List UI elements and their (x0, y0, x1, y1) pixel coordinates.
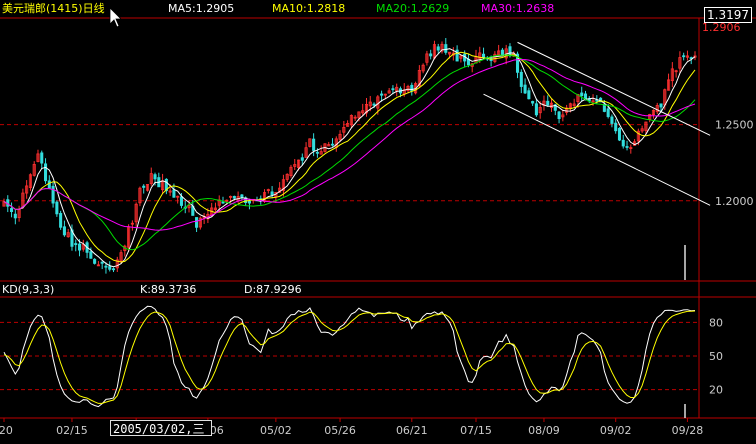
kd-tick-label: 20 (709, 384, 723, 397)
date-tick-label: 09/02 (600, 424, 632, 437)
ma10-line (3, 51, 696, 263)
candle-body (583, 93, 588, 100)
candle-body (13, 213, 17, 219)
candle-body (111, 268, 116, 271)
ma20-readout: MA20:1.2629 (376, 2, 449, 15)
candle-body (429, 53, 433, 57)
candle-body (195, 217, 199, 228)
candle-body (444, 44, 448, 53)
forex-chart[interactable]: 1.20001.2500205080 /2002/1503/1004/0605/… (0, 0, 756, 444)
candle-body (531, 101, 535, 104)
ma30-line (3, 59, 696, 231)
kd-tick-label: 50 (709, 350, 723, 363)
candle-body (500, 49, 504, 56)
d-readout: D:87.9296 (244, 283, 302, 296)
chart-title: 美元瑞郎(1415)日线 (2, 1, 105, 15)
candle-body (527, 90, 531, 100)
date-tick-label: 08/09 (528, 424, 560, 437)
grid-lines (0, 17, 756, 419)
candle-body (300, 157, 304, 161)
ma10-readout: MA10:1.2818 (272, 2, 345, 15)
candlestick-series (2, 38, 697, 274)
candle-body (682, 55, 686, 58)
candle-body (436, 46, 440, 51)
candle-body (659, 103, 663, 108)
candle-body (519, 71, 523, 87)
moving-average-lines (3, 48, 696, 268)
candle-body (51, 185, 55, 204)
candle-body (625, 146, 629, 148)
channel-lower-line (483, 93, 711, 206)
candle-body (104, 265, 108, 268)
candle-body (270, 191, 274, 196)
ma5-readout: MA5:1.2905 (168, 2, 234, 15)
candle-body (44, 163, 48, 182)
ma30-readout: MA30:1.2638 (481, 2, 554, 15)
date-tick-label: 02/15 (56, 424, 88, 437)
date-tick-label: 05/02 (260, 424, 292, 437)
candle-body (372, 103, 376, 106)
date-tick-label: 05/26 (324, 424, 356, 437)
last-price-box: 1.3197 (704, 7, 752, 23)
candle-body (240, 194, 244, 198)
candle-body (523, 84, 527, 94)
candle-body (77, 243, 82, 251)
candle-body (40, 152, 44, 164)
price-tick-label: 1.2000 (715, 195, 754, 208)
candle-body (610, 116, 614, 124)
candle-body (614, 122, 618, 132)
date-tick-label: 07/15 (460, 424, 492, 437)
candle-body (153, 174, 157, 180)
k-readout: K:89.3736 (140, 283, 196, 296)
cursor-date-box: 2005/03/02,三 (110, 420, 212, 436)
ma20-line (3, 54, 696, 251)
candle-body (595, 99, 599, 102)
candle-body (221, 201, 225, 204)
date-tick-label: /20 (0, 424, 13, 437)
candle-body (380, 93, 384, 96)
price-axis: 1.2000 1.2500 20 50 80 (709, 119, 754, 397)
candle-body (89, 251, 93, 259)
candle-body (580, 92, 584, 97)
candle-body (508, 46, 512, 57)
candle-body (55, 201, 59, 215)
candle-body (247, 200, 251, 204)
candle-body (108, 266, 112, 270)
kd-title: KD(9,3,3) (2, 283, 54, 296)
candle-body (312, 138, 316, 151)
candle-body (179, 196, 184, 206)
candle-body (10, 208, 14, 212)
candle-body (391, 88, 395, 91)
mouse-cursor-icon (109, 7, 122, 28)
ma5-line (3, 48, 696, 268)
date-tick-label: 06/21 (396, 424, 428, 437)
candle-body (410, 84, 414, 92)
candle-body (482, 53, 486, 58)
date-tick-label: 09/28 (672, 424, 704, 437)
date-axis: /2002/1503/1004/0605/0205/2606/2107/1508… (0, 418, 703, 437)
candle-body (621, 139, 625, 147)
candle-body (557, 111, 561, 119)
candle-body (93, 258, 97, 264)
kd-tick-label: 80 (709, 316, 723, 329)
candle-body (47, 180, 51, 189)
candle-body (59, 213, 63, 228)
candle-body (315, 151, 319, 154)
channel-upper-line (517, 41, 711, 136)
candle-body (546, 100, 550, 106)
candle-body (232, 195, 236, 199)
candle-body (100, 261, 104, 264)
candle-body (617, 127, 622, 141)
candle-body (606, 108, 610, 117)
candle-body (74, 243, 78, 246)
price-tick-label: 1.2500 (715, 119, 754, 132)
candle-body (142, 185, 146, 188)
candle-body (330, 143, 335, 146)
candle-body (534, 103, 538, 116)
candle-body (172, 189, 176, 198)
candle-body (62, 226, 66, 236)
